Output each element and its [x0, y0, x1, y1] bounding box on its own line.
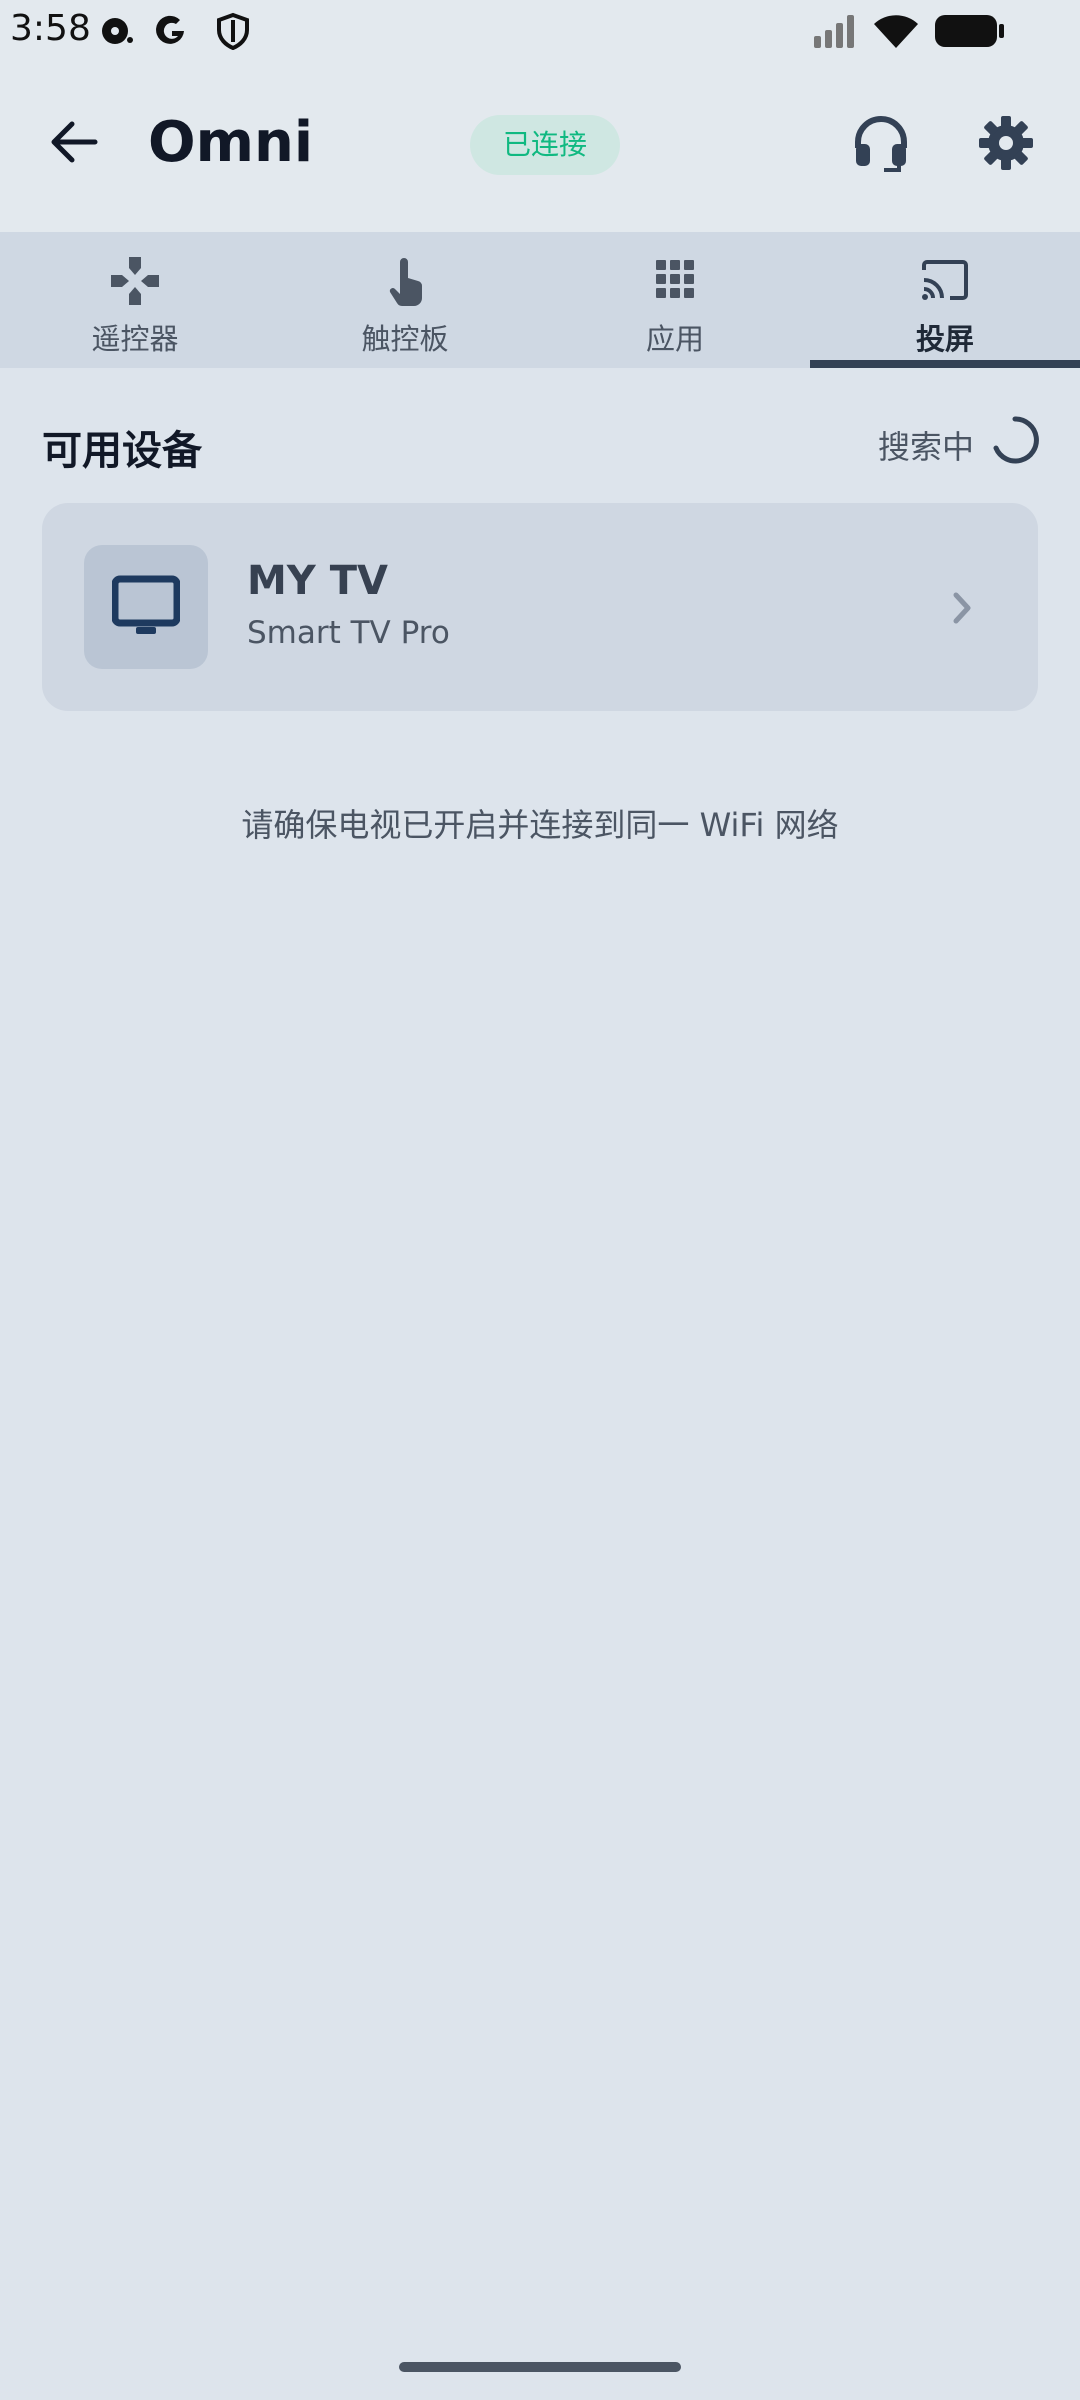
home-indicator[interactable] — [399, 2362, 681, 2372]
connection-status-badge: 已连接 — [470, 115, 620, 175]
gear-icon — [975, 116, 1037, 178]
google-icon — [153, 12, 191, 54]
tab-touchpad-label: 触控板 — [361, 322, 449, 356]
app-bar: Omni 已连接 — [0, 62, 1080, 232]
tab-apps[interactable]: 应用 — [540, 232, 810, 368]
device-model: Smart TV Pro — [247, 615, 450, 651]
active-tab-indicator — [810, 360, 1080, 368]
tab-apps-label: 应用 — [645, 322, 704, 356]
status-bar: 3:58 — [0, 0, 1080, 62]
tab-bar: 遥控器 触控板 应用 投屏 — [0, 232, 1080, 368]
wifi-hint: 请确保电视已开启并连接到同一 WiFi 网络 — [241, 806, 839, 844]
wifi-icon — [872, 12, 920, 54]
gamepad-icon — [108, 254, 162, 308]
grid-icon — [648, 254, 702, 308]
back-arrow-icon — [40, 121, 110, 181]
device-name: MY TV — [247, 558, 388, 604]
shield-icon — [215, 12, 251, 54]
touch-icon — [378, 254, 432, 308]
chevron-right-icon — [942, 583, 982, 633]
app-title: Omni — [148, 110, 314, 175]
headset-button[interactable] — [850, 112, 912, 174]
settings-button[interactable] — [975, 112, 1037, 174]
back-button[interactable] — [40, 107, 110, 177]
headset-icon — [850, 116, 912, 178]
media-icon — [98, 12, 136, 54]
signal-icon — [812, 12, 860, 54]
search-status: 搜索中 — [878, 428, 975, 466]
available-devices-title: 可用设备 — [42, 428, 202, 474]
loading-spinner-icon — [990, 415, 1040, 465]
tab-cast[interactable]: 投屏 — [810, 232, 1080, 368]
status-time: 3:58 — [10, 8, 91, 49]
tab-remote-label: 遥控器 — [91, 322, 179, 356]
tab-cast-label: 投屏 — [915, 322, 974, 356]
tab-remote[interactable]: 遥控器 — [0, 232, 270, 368]
device-card[interactable]: MY TV Smart TV Pro — [42, 503, 1038, 711]
cast-icon — [918, 254, 972, 308]
battery-icon — [934, 12, 1006, 54]
tab-touchpad[interactable]: 触控板 — [270, 232, 540, 368]
device-thumbnail — [84, 545, 208, 669]
